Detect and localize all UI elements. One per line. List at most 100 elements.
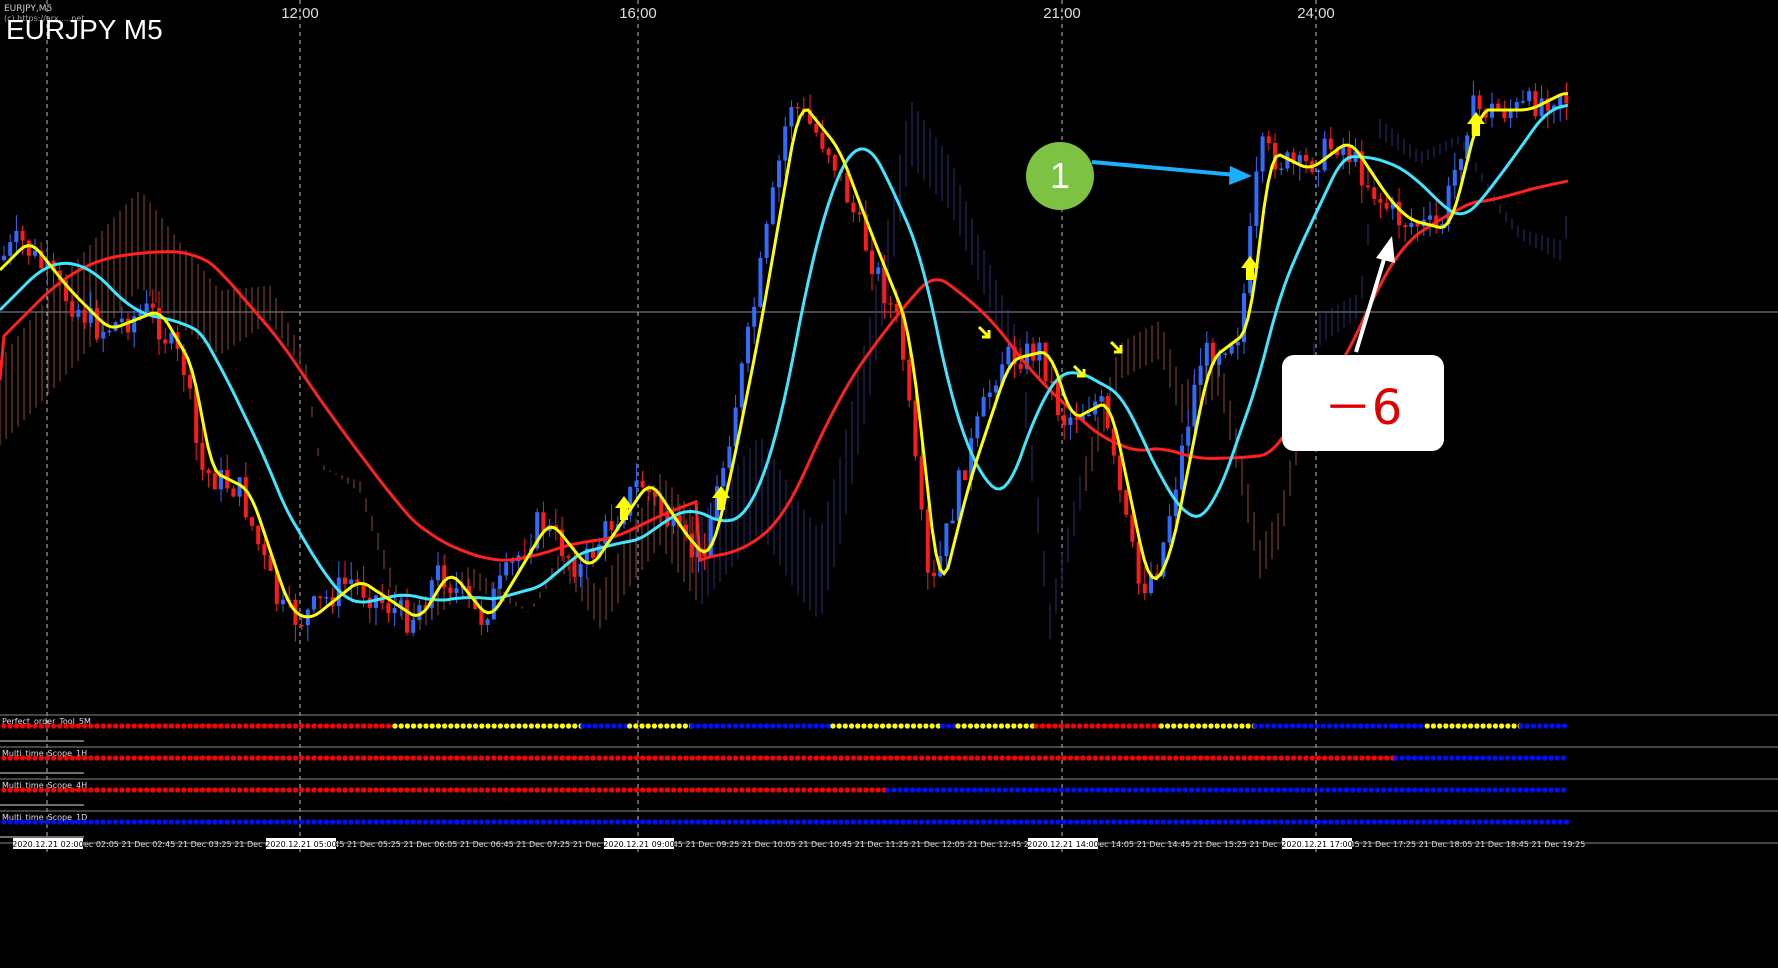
panel-dot: [1154, 755, 1160, 761]
panel-dot: [795, 755, 801, 761]
panel-dot: [51, 723, 57, 729]
panel-dot: [466, 819, 472, 825]
panel-dot: [1449, 787, 1455, 793]
candle-body: [888, 303, 893, 305]
panel-dot: [934, 787, 940, 793]
panel-dot: [955, 723, 961, 729]
candle-body: [963, 470, 967, 480]
candle-body: [405, 600, 409, 633]
panel-dot: [491, 755, 497, 761]
panel-dot: [671, 755, 677, 761]
panel-dot: [1018, 819, 1024, 825]
panel-dot: [1142, 819, 1148, 825]
panel-dot: [32, 819, 38, 825]
panel-dot: [770, 787, 776, 793]
candle-body: [70, 301, 75, 317]
panel-dot: [1123, 819, 1129, 825]
panel-dot: [57, 755, 63, 761]
panel-dot: [1523, 787, 1529, 793]
candle-body: [1124, 490, 1129, 515]
panel-dot: [1226, 723, 1233, 729]
panel-dot: [1480, 723, 1486, 729]
panel-dot: [212, 787, 218, 793]
panel-dot: [794, 723, 801, 729]
panel-dot: [1, 787, 7, 793]
candle-body: [343, 577, 347, 584]
panel-dot: [144, 787, 150, 793]
panel-dot: [615, 755, 621, 761]
panel-dot: [776, 819, 782, 825]
panel-dot: [131, 723, 137, 729]
panel-dot: [522, 755, 528, 761]
panel-dot: [1343, 787, 1350, 793]
panel-dot: [1278, 819, 1284, 825]
panel-dot: [1424, 787, 1430, 793]
panel-dot: [1160, 819, 1166, 825]
panel-dot: [1095, 723, 1101, 729]
panel-dot: [26, 819, 32, 825]
panel-dot: [1309, 755, 1315, 761]
panel-dot: [875, 787, 881, 793]
candle-body: [919, 456, 924, 510]
panel-dot: [1226, 787, 1232, 793]
panel-dot: [1306, 787, 1312, 793]
panel-dot: [1537, 723, 1543, 729]
panel-dot: [1120, 723, 1126, 729]
panel-dot: [249, 755, 255, 761]
panel-dot: [1058, 787, 1064, 793]
panel-dot: [565, 787, 571, 793]
panel-dot: [739, 787, 745, 793]
panel-dot: [633, 755, 640, 761]
panel-dot: [1017, 723, 1023, 729]
panel-dot: [801, 723, 807, 729]
panel-dot: [739, 755, 745, 761]
panel-dot: [1132, 723, 1139, 729]
panel-dot: [261, 755, 267, 761]
panel-dot: [361, 723, 367, 729]
panel-dot: [1241, 755, 1247, 761]
panel-dot: [274, 723, 280, 729]
panel-dot: [1303, 755, 1309, 761]
panel-dot: [917, 723, 923, 729]
panel-dot: [540, 819, 547, 825]
candle-body: [640, 480, 645, 488]
panel-dot: [162, 819, 168, 825]
candle-body: [956, 470, 961, 521]
callout-box: －6: [1282, 355, 1444, 451]
panel-dot: [1418, 723, 1424, 729]
panel-dot: [1214, 723, 1220, 729]
panel-dot: [720, 723, 726, 729]
panel-dot: [850, 787, 857, 793]
candle-body: [1031, 343, 1036, 361]
panel-dot: [1052, 723, 1058, 729]
panel-dot: [1257, 787, 1263, 793]
panel-dot: [1517, 787, 1523, 793]
panel-dot: [1390, 819, 1396, 825]
panel-dot: [677, 787, 683, 793]
panel-dot: [268, 819, 274, 825]
panel-dot: [144, 819, 150, 825]
panel-dot: [714, 819, 720, 825]
price-chart[interactable]: Perfect_order_Tool_5MMulti_time_Scope_1H…: [0, 0, 1778, 968]
candle-body: [355, 579, 360, 583]
panel-dot: [1421, 819, 1427, 825]
panel-dot: [1530, 723, 1537, 729]
bottom-time-label: 21 Dec 11:25: [855, 840, 909, 849]
panel-dot: [677, 819, 683, 825]
panel-dot: [280, 755, 286, 761]
panel-dot: [978, 787, 984, 793]
panel-dot: [1043, 755, 1049, 761]
panel-dot: [137, 787, 143, 793]
panel-dot: [20, 787, 26, 793]
candle-body: [281, 599, 285, 605]
panel-dot: [1114, 723, 1120, 729]
candle-body: [770, 187, 775, 224]
panel-dot: [903, 787, 909, 793]
panel-dot: [361, 819, 367, 825]
panel-dot: [367, 755, 373, 761]
panel-dot: [1346, 819, 1352, 825]
panel-dot: [1046, 723, 1052, 729]
candle-body: [1254, 171, 1259, 227]
panel-dot: [566, 723, 572, 729]
panel-dot: [398, 755, 404, 761]
